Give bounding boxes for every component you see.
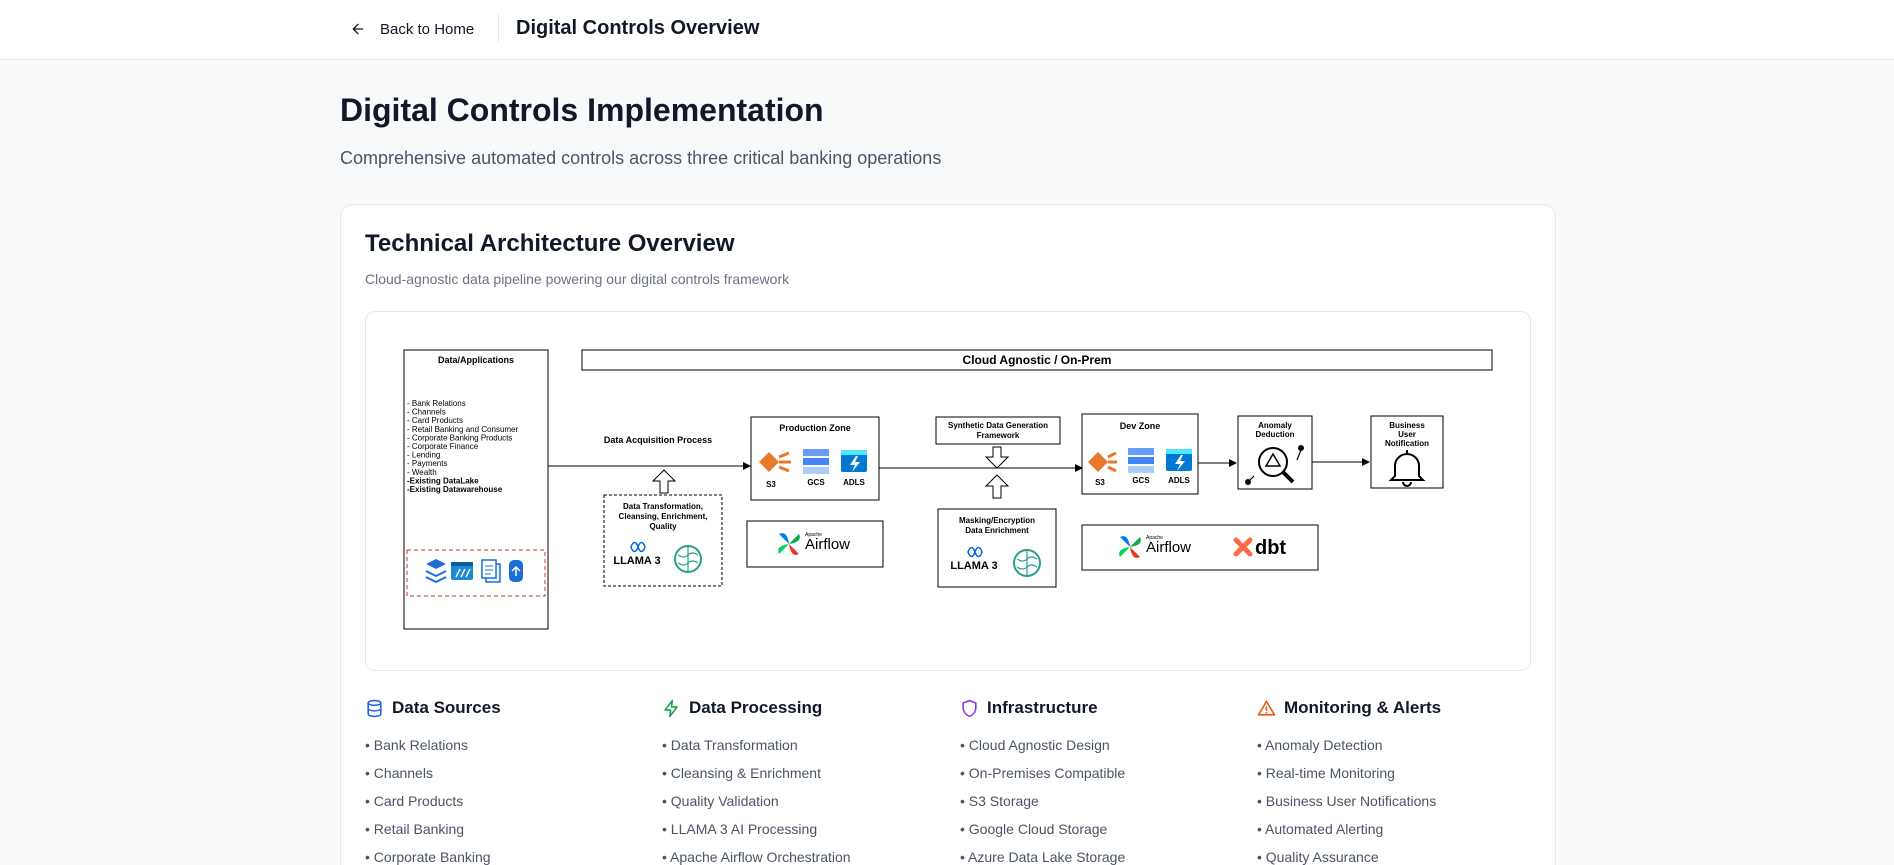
- list-item: Anomaly Detection: [1257, 731, 1547, 759]
- column-data-sources: Data Sources Bank Relations Channels Car…: [365, 695, 655, 865]
- storage-gcs-dev: GCS: [1132, 476, 1150, 485]
- llama-label-2: LLAMA 3: [950, 560, 997, 572]
- list-item: S3 Storage: [960, 787, 1250, 815]
- storage-s3-prod: S3: [766, 480, 776, 489]
- list-item: Azure Data Lake Storage: [960, 843, 1250, 865]
- page-subtitle: Comprehensive automated controls across …: [340, 148, 942, 168]
- notification-label-1: Business: [1389, 421, 1425, 430]
- storage-adls-dev: ADLS: [1168, 476, 1190, 485]
- architecture-subtitle: Cloud-agnostic data pipeline powering ou…: [365, 271, 790, 287]
- datalake-icon: [451, 562, 473, 580]
- cloud-agnostic-label: Cloud Agnostic / On-Prem: [963, 353, 1112, 367]
- back-to-home-label: Back to Home: [380, 20, 475, 38]
- masking-label-1: Masking/Encryption: [959, 516, 1035, 525]
- list-item: Data Transformation: [662, 731, 952, 759]
- airflow-label-1: Airflow: [805, 536, 850, 553]
- list-item: Channels: [365, 759, 655, 787]
- column-infrastructure: Infrastructure Cloud Agnostic Design On-…: [960, 695, 1250, 865]
- database-icon: [367, 699, 382, 717]
- documents-icon: [481, 559, 501, 583]
- architecture-diagram-svg: Data/Applications - Bank Relations- Chan…: [403, 349, 1493, 630]
- infrastructure-list: Cloud Agnostic Design On-Premises Compat…: [960, 731, 1250, 865]
- anomaly-label-1: Anomaly: [1258, 421, 1292, 430]
- transform-label-2: Cleansing, Enrichment,: [619, 512, 708, 521]
- airflow-label-2: Airflow: [1146, 539, 1191, 556]
- storage-s3-dev: S3: [1095, 478, 1105, 487]
- column-title-data-processing: Data Processing: [689, 698, 823, 717]
- llama-label-1: LLAMA 3: [613, 555, 660, 567]
- column-title-infrastructure: Infrastructure: [987, 698, 1098, 717]
- notification-label-3: Notification: [1385, 439, 1429, 448]
- column-header-infrastructure: Infrastructure: [960, 695, 1250, 721]
- list-item: Retail Banking: [365, 815, 655, 843]
- masking-label-2: Data Enrichment: [965, 526, 1029, 535]
- column-data-processing: Data Processing Data Transformation Clea…: [662, 695, 952, 865]
- anomaly-label-2: Deduction: [1255, 430, 1294, 439]
- notification-label-2: User: [1398, 430, 1416, 439]
- adls-icon-prod: [841, 450, 867, 472]
- list-item: Bank Relations: [365, 731, 655, 759]
- architecture-card: Technical Architecture Overview Cloud-ag…: [340, 204, 1556, 865]
- top-bar-title: Digital Controls Overview: [516, 17, 760, 39]
- storage-adls-prod: ADLS: [843, 478, 865, 487]
- column-header-data-processing: Data Processing: [662, 695, 952, 721]
- page-title: Digital Controls Implementation: [340, 92, 824, 128]
- shield-icon: [962, 699, 977, 717]
- gcs-icon-dev: [1128, 448, 1154, 473]
- synthetic-label-1: Synthetic Data Generation: [948, 421, 1048, 430]
- top-bar-divider: [498, 14, 499, 42]
- list-item: Google Cloud Storage: [960, 815, 1250, 843]
- monitoring-list: Anomaly Detection Real-time Monitoring B…: [1257, 731, 1547, 865]
- column-monitoring: Monitoring & Alerts Anomaly Detection Re…: [1257, 695, 1547, 865]
- synthetic-label-2: Framework: [977, 431, 1020, 440]
- data-processing-list: Data Transformation Cleansing & Enrichme…: [662, 731, 952, 865]
- list-item: On-Premises Compatible: [960, 759, 1250, 787]
- database-upload-icon: [509, 560, 523, 582]
- transform-label-1: Data Transformation,: [623, 502, 703, 511]
- column-title-data-sources: Data Sources: [392, 698, 501, 717]
- up-arrow-masking: [984, 474, 1010, 499]
- list-item: Quality Assurance: [1257, 843, 1547, 865]
- arrow-left-icon: [352, 23, 364, 35]
- list-item: Quality Validation: [662, 787, 952, 815]
- gcs-icon-prod: [803, 449, 829, 474]
- list-item: Automated Alerting: [1257, 815, 1547, 843]
- data-sources-list: Bank Relations Channels Card Products Re…: [365, 731, 655, 865]
- production-zone-label: Production Zone: [779, 423, 851, 433]
- list-item: Corporate Banking: [365, 843, 655, 865]
- list-item: Business User Notifications: [1257, 787, 1547, 815]
- back-to-home-button[interactable]: Back to Home: [350, 14, 474, 44]
- column-title-monitoring: Monitoring & Alerts: [1284, 698, 1442, 717]
- column-header-monitoring: Monitoring & Alerts: [1257, 695, 1547, 721]
- transform-label-3: Quality: [649, 522, 677, 531]
- data-apps-bold-item: -Existing Datawarehouse: [407, 485, 503, 494]
- feature-columns: Data Sources Bank Relations Channels Car…: [365, 695, 1555, 865]
- adls-icon-dev: [1166, 449, 1192, 471]
- column-header-data-sources: Data Sources: [365, 695, 655, 721]
- list-item: LLAMA 3 AI Processing: [662, 815, 952, 843]
- data-apps-title: Data/Applications: [438, 355, 514, 365]
- up-arrow-transform: [651, 469, 677, 494]
- down-arrow-synthetic: [984, 446, 1010, 469]
- list-item: Apache Airflow Orchestration: [662, 843, 952, 865]
- dev-zone-label: Dev Zone: [1120, 421, 1161, 431]
- list-item: Card Products: [365, 787, 655, 815]
- storage-gcs-prod: GCS: [807, 478, 825, 487]
- zap-icon: [664, 699, 678, 717]
- dbt-label: dbt: [1255, 537, 1286, 559]
- alert-triangle-icon: [1257, 700, 1276, 716]
- list-item: Real-time Monitoring: [1257, 759, 1547, 787]
- acquisition-label: Data Acquisition Process: [604, 435, 712, 445]
- architecture-title: Technical Architecture Overview: [365, 230, 735, 257]
- list-item: Cleansing & Enrichment: [662, 759, 952, 787]
- list-item: Cloud Agnostic Design: [960, 731, 1250, 759]
- top-bar: Back to Home Digital Controls Overview: [0, 0, 1894, 60]
- architecture-diagram: Data/Applications - Bank Relations - Chan…: [365, 311, 1531, 671]
